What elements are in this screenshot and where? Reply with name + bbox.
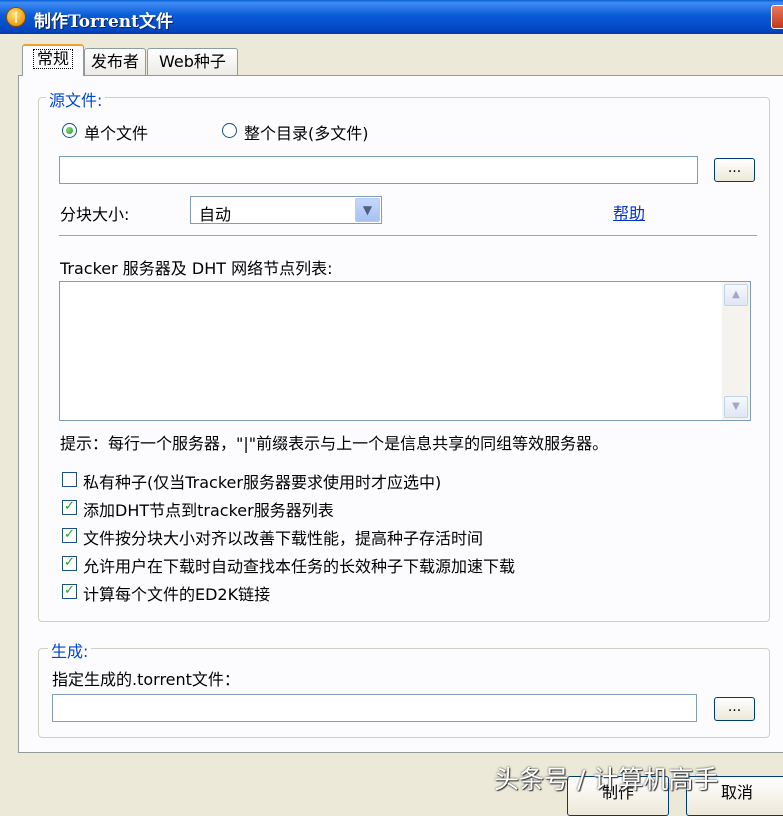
source-browse-button[interactable]: ... (714, 158, 755, 182)
scroll-up-icon[interactable]: ▲ (724, 284, 748, 306)
tab-publisher[interactable]: 发布者 (84, 48, 146, 75)
chunk-size-value: 自动 (199, 205, 232, 224)
chunk-size-label: 分块大小: (60, 205, 130, 224)
output-file-label: 指定生成的.torrent文件： (52, 670, 240, 689)
checkbox-ed2k-links-label: 计算每个文件的ED2K链接 (83, 585, 271, 604)
tracker-hint: 提示：每行一个服务器，"|"前缀表示与上一个是信息共享的同组等效服务器。 (60, 434, 609, 453)
tab-general[interactable]: 常规 (22, 44, 84, 76)
checkbox-auto-find-seeds[interactable]: ✓ (62, 556, 77, 571)
tracker-list-textarea[interactable] (59, 281, 751, 421)
checkbox-add-dht[interactable]: ✓ (62, 500, 77, 515)
help-link[interactable]: 帮助 (613, 200, 645, 224)
checkbox-align-chunks-label: 文件按分块大小对齐以改善下载性能，提高种子存活时间 (83, 529, 484, 548)
checkbox-private-torrent[interactable] (62, 472, 77, 487)
window-title: 制作Torrent文件 (34, 12, 173, 32)
checkbox-auto-find-seeds-label: 允许用户在下载时自动查找本任务的长效种子下载源加速下载 (83, 557, 516, 576)
output-path-input[interactable] (52, 694, 697, 722)
output-group (38, 648, 770, 738)
chunk-size-select[interactable]: 自动 (190, 196, 382, 224)
checkbox-align-chunks[interactable]: ✓ (62, 528, 77, 543)
radio-whole-directory-label: 整个目录(多文件) (244, 124, 369, 143)
scroll-down-icon[interactable]: ▼ (724, 396, 748, 418)
checkbox-add-dht-label: 添加DHT节点到tracker服务器列表 (83, 501, 334, 520)
chevron-down-icon[interactable]: ▼ (355, 198, 380, 222)
tab-general-label: 常规 (32, 49, 73, 69)
watermark: 头条号 / 计算机高手 (494, 765, 719, 794)
app-icon (6, 7, 26, 27)
radio-single-file[interactable] (62, 123, 77, 138)
tracker-list-label: Tracker 服务器及 DHT 网络节点列表: (60, 259, 333, 278)
radio-whole-directory[interactable] (222, 123, 237, 138)
divider (59, 235, 757, 237)
radio-single-file-label: 单个文件 (84, 124, 149, 143)
checkbox-ed2k-links[interactable]: ✓ (62, 584, 77, 599)
output-browse-button[interactable]: ... (714, 697, 755, 721)
source-path-input[interactable] (59, 156, 698, 184)
output-legend: 生成: (48, 638, 92, 662)
close-button[interactable] (771, 5, 783, 29)
source-legend: 源文件: (46, 87, 106, 111)
checkbox-private-torrent-label: 私有种子(仅当Tracker服务器要求使用时才应选中) (83, 473, 442, 492)
tab-web-seed[interactable]: Web种子 (147, 48, 238, 75)
